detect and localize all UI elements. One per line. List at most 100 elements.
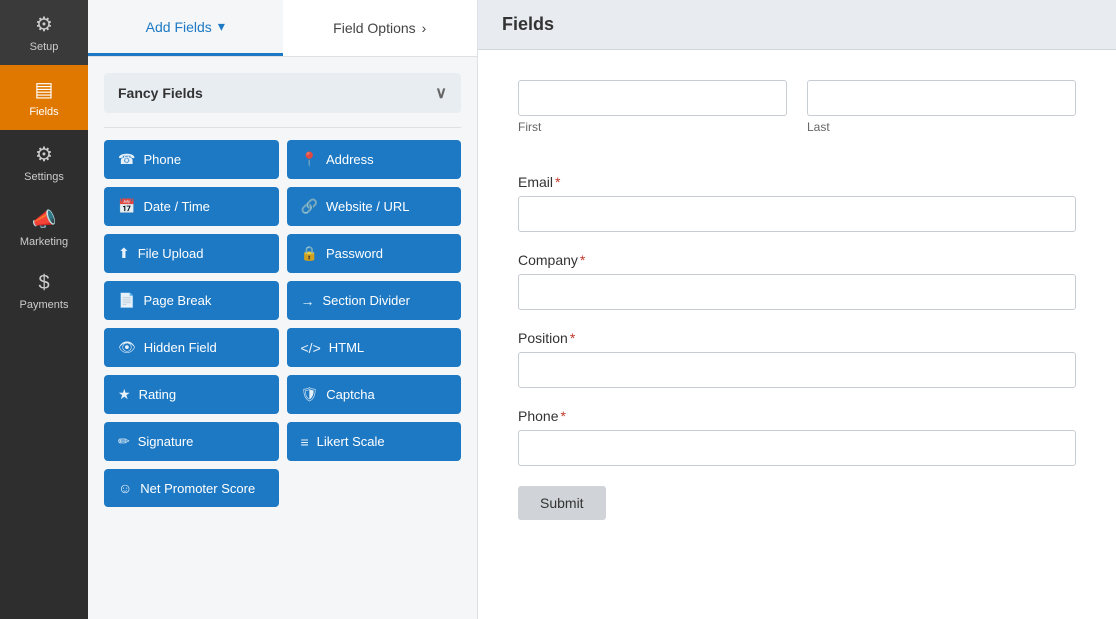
first-name-sublabel: First [518,120,787,134]
date-time-button-label: Date / Time [143,199,209,214]
sidebar-item-setup[interactable]: ⚙ Setup [0,0,88,65]
submit-button[interactable]: Submit [518,486,606,520]
marketing-icon: 📣 [32,207,57,232]
name-row: First Last [518,80,1076,154]
calendar-icon: 📅 [118,198,135,215]
form-area: First Last Email* Company* Position* [478,50,1116,619]
address-icon: 📍 [301,151,318,168]
first-name-input[interactable] [518,80,787,116]
star-icon: ★ [118,386,131,403]
html-button-label: HTML [329,340,364,355]
file-upload-button[interactable]: ⬆ File Upload [104,234,279,273]
sidebar-item-payments-label: Payments [20,299,69,311]
upload-icon: ⬆ [118,245,130,262]
phone-field: Phone* [518,408,1076,466]
payments-icon: $ [38,272,49,295]
company-required: * [580,252,585,268]
divider [104,127,461,128]
tab-field-options-label: Field Options [333,20,415,36]
phone-input[interactable] [518,430,1076,466]
link-icon: 🔗 [301,198,318,215]
captcha-button-label: Captcha [326,387,374,402]
right-panel: Fields First Last Email* Company* [478,0,1116,619]
page-title: Fields [502,14,554,34]
sidebar: ⚙ Setup ▤ Fields ⚙ Settings 📣 Marketing … [0,0,88,619]
sidebar-item-settings[interactable]: ⚙ Settings [0,130,88,195]
phone-icon: ☎ [118,151,135,168]
signature-button-label: Signature [138,434,194,449]
last-name-input[interactable] [807,80,1076,116]
net-promoter-score-button-label: Net Promoter Score [140,481,255,496]
captcha-icon: 🛡 [301,386,319,403]
last-name-sublabel: Last [807,120,1076,134]
captcha-button[interactable]: 🛡 Captcha [287,375,462,414]
website-url-button-label: Website / URL [326,199,410,214]
html-button[interactable]: </> HTML [287,328,462,367]
chevron-down-icon: ▾ [218,18,225,35]
fancy-fields-header[interactable]: Fancy Fields ∨ [104,73,461,113]
password-button[interactable]: 🔒 Password [287,234,462,273]
tab-add-fields-label: Add Fields [146,19,212,35]
gear-icon: ⚙ [35,12,53,37]
password-button-label: Password [326,246,383,261]
section-divider-button[interactable]: → Section Divider [287,281,462,320]
likert-scale-button[interactable]: ≡ Likert Scale [287,422,462,461]
page-break-icon: 📄 [118,292,135,309]
likert-icon: ≡ [301,434,309,450]
net-promoter-score-button[interactable]: ☺ Net Promoter Score [104,469,279,507]
signature-icon: ✏ [118,433,130,450]
company-input[interactable] [518,274,1076,310]
hidden-field-button-label: Hidden Field [144,340,217,355]
date-time-button[interactable]: 📅 Date / Time [104,187,279,226]
sidebar-item-fields[interactable]: ▤ Fields [0,65,88,130]
sidebar-item-setup-label: Setup [30,41,59,53]
position-input[interactable] [518,352,1076,388]
website-url-button[interactable]: 🔗 Website / URL [287,187,462,226]
company-label: Company* [518,252,1076,268]
signature-button[interactable]: ✏ Signature [104,422,279,461]
tab-field-options[interactable]: Field Options › [283,0,478,56]
phone-button[interactable]: ☎ Phone [104,140,279,179]
phone-button-label: Phone [143,152,181,167]
phone-label: Phone* [518,408,1076,424]
nps-icon: ☺ [118,480,132,496]
address-button[interactable]: 📍 Address [287,140,462,179]
sidebar-item-marketing-label: Marketing [20,236,68,248]
sidebar-item-marketing[interactable]: 📣 Marketing [0,195,88,260]
company-field: Company* [518,252,1076,310]
fields-grid: ☎ Phone 📍 Address 📅 Date / Time 🔗 Websit… [104,140,461,507]
last-name-field: Last [807,80,1076,134]
fields-icon: ▤ [35,77,54,102]
tab-add-fields[interactable]: Add Fields ▾ [88,0,283,56]
sidebar-item-settings-label: Settings [24,171,64,183]
tab-bar: Add Fields ▾ Field Options › [88,0,477,57]
position-required: * [570,330,575,346]
lock-icon: 🔒 [301,245,318,262]
email-input[interactable] [518,196,1076,232]
left-panel: Add Fields ▾ Field Options › Fancy Field… [88,0,478,619]
phone-required: * [560,408,565,424]
email-label: Email* [518,174,1076,190]
chevron-right-icon: › [422,20,427,36]
page-break-button[interactable]: 📄 Page Break [104,281,279,320]
position-field: Position* [518,330,1076,388]
hidden-field-button[interactable]: 👁 Hidden Field [104,328,279,367]
email-required: * [555,174,560,190]
rating-button-label: Rating [139,387,177,402]
likert-scale-button-label: Likert Scale [317,434,385,449]
fancy-fields-title: Fancy Fields [118,85,203,101]
first-name-field: First [518,80,787,134]
eye-icon: 👁 [118,339,136,356]
sidebar-item-fields-label: Fields [29,106,58,118]
panel-content: Fancy Fields ∨ ☎ Phone 📍 Address 📅 Date … [88,57,477,619]
settings-icon: ⚙ [35,142,53,167]
position-label: Position* [518,330,1076,346]
section-divider-button-label: Section Divider [323,293,410,308]
html-icon: </> [301,340,321,356]
rating-button[interactable]: ★ Rating [104,375,279,414]
file-upload-button-label: File Upload [138,246,204,261]
email-field: Email* [518,174,1076,232]
page-break-button-label: Page Break [143,293,211,308]
sidebar-item-payments[interactable]: $ Payments [0,260,88,323]
section-chevron-icon: ∨ [435,83,447,103]
